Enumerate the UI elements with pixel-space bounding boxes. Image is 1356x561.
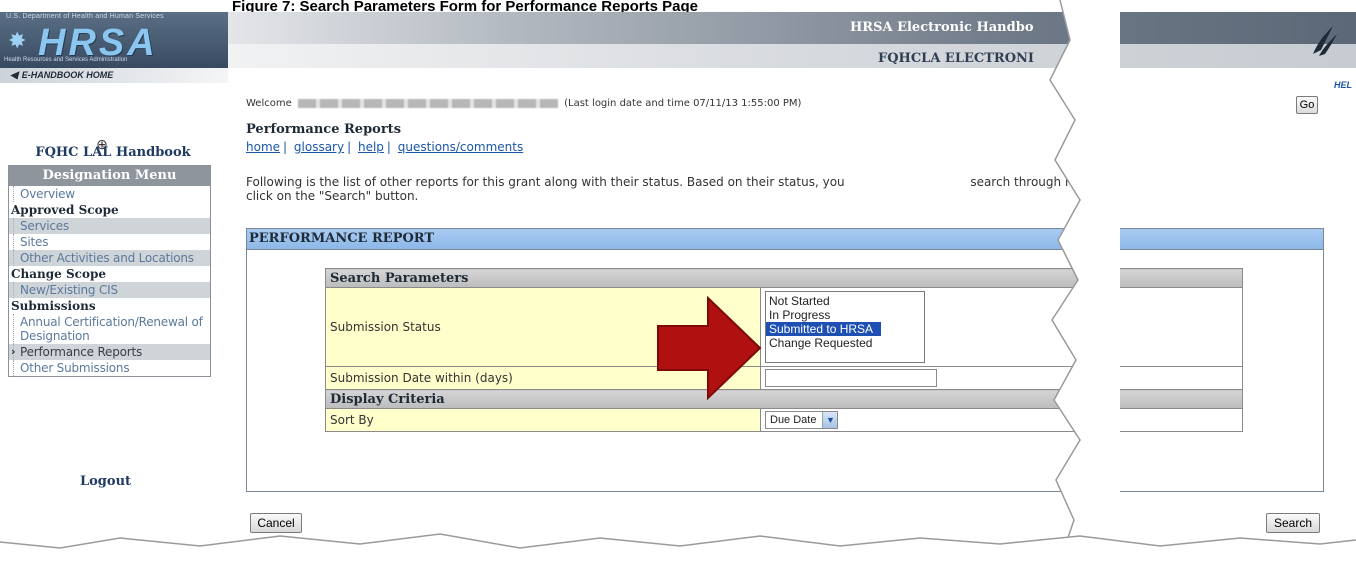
search-parameters-heading: Search Parameters: [325, 268, 1243, 288]
e-handbook-home-link[interactable]: ◀ E-HANDBOOK HOME: [0, 68, 228, 83]
status-option-not-started[interactable]: Not Started: [766, 294, 924, 308]
submission-date-row: Submission Date within (days): [325, 366, 1243, 390]
sidebar-item-overview[interactable]: Overview: [9, 186, 210, 202]
logo-top-text: U.S. Department of Health and Human Serv…: [6, 13, 164, 20]
home-link-label: E-HANDBOOK HOME: [21, 70, 114, 80]
status-option-in-progress[interactable]: In Progress: [766, 308, 924, 322]
status-option-submitted-to-hrsa[interactable]: Submitted to HRSA: [766, 322, 882, 336]
chevron-down-icon[interactable]: ▼: [822, 412, 838, 428]
welcome-prefix: Welcome: [246, 98, 292, 109]
sort-by-label: Sort By: [325, 408, 761, 432]
sidebar-item-label: Performance Reports: [20, 345, 143, 359]
submission-status-row: Submission Status Not Started In Progres…: [325, 287, 1243, 367]
last-login-text: (Last login date and time 07/11/13 1:55:…: [564, 98, 802, 109]
banner-title: HRSA Electronic Handbo: [850, 20, 1034, 35]
sidebar-section-change-scope: Change Scope: [11, 267, 106, 281]
sidebar-item-annual-certification[interactable]: Annual Certification/Renewal of Designat…: [9, 314, 210, 344]
designation-menu: Designation Menu Overview Approved Scope…: [8, 165, 211, 377]
top-banner: U.S. Department of Health and Human Serv…: [0, 12, 1356, 83]
status-option-change-requested[interactable]: Change Requested: [766, 336, 924, 350]
intro-text-part1: Following is the list of other reports f…: [246, 175, 845, 189]
sidebar-item-performance-reports[interactable]: › Performance Reports: [9, 344, 210, 360]
intro-text-part2: search through reports,: [970, 175, 1112, 189]
questions-comments-link[interactable]: questions/comments: [398, 140, 523, 154]
home-arrow-icon: ◀: [10, 70, 18, 81]
banner-subbar: [228, 44, 1356, 68]
current-item-marker-icon: ›: [11, 345, 16, 358]
search-parameters-header-row: Search Parameters: [325, 268, 1243, 288]
submission-date-cell: [760, 366, 1243, 390]
home-link[interactable]: home: [246, 140, 280, 154]
panel-title: PERFORMANCE REPORT: [247, 229, 1323, 250]
torn-edge-bottom: [0, 533, 1356, 561]
sidebar-section-submissions: Submissions: [11, 299, 96, 313]
handbook-title: FQHC LAL Handbook: [35, 145, 191, 160]
help-page-link[interactable]: help: [358, 140, 384, 154]
callout-arrow-icon: [657, 296, 762, 400]
sidebar-item-services[interactable]: Services: [9, 218, 210, 234]
logo-bottom-text: Health Resources and Services Administra…: [4, 57, 128, 63]
glossary-link[interactable]: glossary: [294, 140, 344, 154]
sort-by-select[interactable]: Due Date ▼: [765, 411, 839, 429]
intro-text: Following is the list of other reports f…: [246, 175, 1326, 203]
sort-by-row: Sort By Due Date ▼: [325, 408, 1243, 432]
search-parameters-table: Search Parameters Submission Status Not …: [325, 268, 1243, 432]
display-criteria-heading: Display Criteria: [325, 389, 1243, 409]
submission-status-listbox[interactable]: Not Started In Progress Submitted to HRS…: [765, 291, 925, 363]
performance-report-panel: PERFORMANCE REPORT Search Parameters Sub…: [246, 228, 1324, 492]
submission-status-cell: Not Started In Progress Submitted to HRS…: [760, 287, 1243, 367]
banner-bar: [228, 12, 1356, 44]
go-button[interactable]: Go: [1296, 96, 1318, 114]
menu-title: Designation Menu: [9, 166, 210, 186]
banner-subtitle: FQHCLA ELECTRONI: [878, 51, 1035, 66]
sort-by-cell: Due Date ▼: [760, 408, 1243, 432]
page-title: Performance Reports: [246, 122, 402, 137]
help-link[interactable]: HEL: [1334, 80, 1352, 90]
hhs-eagle-icon: [1300, 20, 1346, 66]
sidebar-section-approved-scope: Approved Scope: [11, 203, 119, 217]
page-links: home | glossary | help | questions/comments: [246, 140, 524, 154]
intro-text-line2: click on the "Search" button.: [246, 189, 419, 203]
display-criteria-header-row: Display Criteria: [325, 389, 1243, 409]
redacted-username: [297, 98, 558, 108]
sort-by-value: Due Date: [770, 414, 817, 426]
sidebar-item-new-existing-cis[interactable]: New/Existing CIS: [9, 282, 210, 298]
cancel-button[interactable]: Cancel: [250, 513, 302, 533]
logout-link[interactable]: Logout: [80, 474, 131, 489]
search-button[interactable]: Search: [1266, 513, 1320, 533]
eagle-icon: ✸: [8, 28, 27, 53]
sidebar-item-sites[interactable]: Sites: [9, 234, 210, 250]
sidebar-item-other-activities[interactable]: Other Activities and Locations: [9, 250, 210, 266]
hhs-eagle-svg: [1313, 26, 1337, 56]
submission-date-input[interactable]: [765, 369, 937, 387]
welcome-line: Welcome (Last login date and time 07/11/…: [246, 98, 801, 109]
sidebar-item-other-submissions[interactable]: Other Submissions: [9, 360, 210, 376]
